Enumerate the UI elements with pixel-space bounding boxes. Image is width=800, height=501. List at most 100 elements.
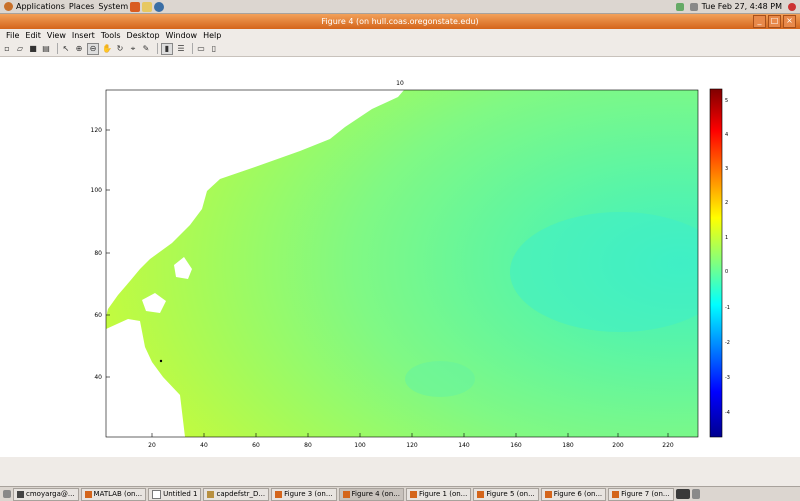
y-tick-label: 120 — [91, 127, 103, 134]
colorbar-ticks: 5 4 3 2 1 0 -1 -2 -3 -4 — [725, 98, 730, 416]
figure-toolbar: ▫ ▱ ■ ▤ ↖ ⊕ ⊖ ✋ ↻ ⌖ ✎ ▮ ☰ ▭ ▯ — [0, 41, 800, 57]
applications-menu[interactable]: Applications — [4, 2, 65, 11]
mail-launcher-icon[interactable] — [142, 1, 153, 12]
print-icon[interactable]: ▤ — [41, 44, 51, 54]
menu-help[interactable]: Help — [203, 31, 221, 40]
terminal-icon — [17, 490, 24, 498]
volume-icon[interactable] — [689, 2, 698, 11]
menu-window[interactable]: Window — [166, 31, 198, 40]
task-label: MATLAB (on... — [93, 490, 143, 498]
colorbar-icon[interactable]: ▮ — [161, 42, 173, 55]
task-figure-5[interactable]: Figure 5 (on... — [473, 487, 539, 501]
task-matlab[interactable]: MATLAB (on... — [80, 487, 147, 501]
x-tick-label: 100 — [354, 442, 366, 449]
menubar: File Edit View Insert Tools Desktop Wind… — [0, 29, 800, 41]
places-menu[interactable]: Places — [69, 2, 94, 11]
task-label: Figure 5 (on... — [486, 490, 535, 498]
network-icon[interactable] — [675, 2, 684, 11]
field-cool-blob — [405, 361, 475, 397]
hide-plot-tools-icon[interactable]: ▭ — [196, 44, 206, 54]
top-panel: Applications Places System Tue Feb 27, 4… — [0, 0, 800, 14]
matlab-figure-icon — [275, 490, 283, 498]
task-label: Untitled 1 — [163, 490, 198, 498]
help-launcher-icon[interactable] — [154, 1, 165, 12]
task-label: Figure 4 (on... — [351, 490, 400, 498]
task-label: Figure 7 (on... — [621, 490, 670, 498]
clock[interactable]: Tue Feb 27, 4:48 PM — [702, 2, 782, 11]
task-figure-3[interactable]: Figure 3 (on... — [271, 487, 337, 501]
legend-icon[interactable]: ☰ — [176, 44, 186, 54]
task-figure-7[interactable]: Figure 7 (on... — [608, 487, 674, 501]
task-untitled[interactable]: Untitled 1 — [148, 487, 202, 501]
bottom-taskbar: cmoyarga@... MATLAB (on... Untitled 1 ca… — [0, 486, 800, 501]
workspace-switcher-icon[interactable] — [675, 489, 690, 499]
x-tick-label: 60 — [252, 442, 260, 449]
zoom-in-icon[interactable]: ⊕ — [74, 44, 84, 54]
menu-file[interactable]: File — [6, 31, 19, 40]
show-plot-tools-icon[interactable]: ▯ — [209, 44, 219, 54]
x-tick-label: 140 — [458, 442, 470, 449]
toolbar-separator — [57, 43, 58, 54]
save-icon[interactable]: ■ — [28, 44, 38, 54]
ubuntu-logo-icon — [4, 2, 13, 11]
applications-menu-label: Applications — [16, 2, 65, 11]
colorbar-tick-label: 1 — [725, 235, 728, 241]
minimize-button[interactable]: _ — [753, 15, 766, 28]
toolbar-separator — [157, 43, 158, 54]
firefox-launcher-icon[interactable] — [130, 1, 141, 12]
x-tick-label: 220 — [662, 442, 674, 449]
x-tick-label: 40 — [200, 442, 208, 449]
station-marker — [159, 359, 163, 363]
trash-icon[interactable] — [691, 489, 700, 499]
brush-icon[interactable]: ✎ — [141, 44, 151, 54]
open-file-icon[interactable]: ▱ — [15, 44, 25, 54]
menu-view[interactable]: View — [47, 31, 66, 40]
power-icon[interactable] — [788, 2, 796, 11]
colorbar-tick-label: 4 — [725, 132, 728, 138]
new-figure-icon[interactable]: ▫ — [2, 44, 12, 54]
colorbar-tick-label: 2 — [725, 200, 728, 206]
menu-desktop[interactable]: Desktop — [127, 31, 160, 40]
task-figure-1[interactable]: Figure 1 (on... — [405, 487, 472, 501]
matlab-figure-icon — [342, 490, 350, 498]
task-label: capdefstr_D... — [216, 490, 266, 498]
menu-edit[interactable]: Edit — [25, 31, 41, 40]
data-cursor-icon[interactable]: ⌖ — [128, 44, 138, 54]
system-menu[interactable]: System — [98, 2, 128, 11]
zoom-out-icon[interactable]: ⊖ — [87, 42, 99, 55]
colorbar-tick-label: -3 — [725, 375, 730, 381]
places-menu-label: Places — [68, 2, 95, 11]
field-cool-patch — [510, 212, 698, 332]
matlab-figure-icon — [544, 490, 552, 498]
figure-canvas[interactable]: 20 40 60 80 100 120 140 160 180 200 220 … — [0, 57, 800, 457]
pan-icon[interactable]: ✋ — [102, 44, 112, 54]
plot-svg[interactable]: 20 40 60 80 100 120 140 160 180 200 220 … — [0, 57, 800, 457]
rotate-icon[interactable]: ↻ — [115, 44, 125, 54]
maximize-button[interactable]: □ — [768, 15, 781, 28]
colorbar-tick-label: 5 — [725, 98, 728, 104]
colorbar-tick-label: 3 — [725, 166, 728, 172]
show-desktop-icon[interactable] — [3, 490, 11, 498]
close-button[interactable]: × — [783, 15, 796, 28]
menu-insert[interactable]: Insert — [72, 31, 95, 40]
y-tick-label: 60 — [94, 312, 102, 319]
window-titlebar[interactable]: Figure 4 (on hull.coas.oregonstate.edu) … — [0, 14, 800, 29]
task-capdefstr[interactable]: capdefstr_D... — [203, 487, 270, 501]
task-label: Figure 6 (on... — [553, 490, 603, 498]
toolbar-separator — [192, 43, 193, 54]
task-label: Figure 1 (on... — [418, 490, 468, 498]
plot-title: 10 — [396, 80, 404, 87]
task-figure-4[interactable]: Figure 4 (on... — [338, 487, 404, 501]
edit-plot-icon[interactable]: ↖ — [61, 44, 71, 54]
task-terminal[interactable]: cmoyarga@... — [13, 487, 79, 501]
y-tick-label: 40 — [94, 374, 102, 381]
plot-field — [106, 90, 698, 437]
matlab-figure-icon — [409, 490, 417, 498]
x-tick-label: 80 — [304, 442, 312, 449]
task-figure-6[interactable]: Figure 6 (on... — [540, 487, 607, 501]
x-tick-label: 20 — [148, 442, 156, 449]
colorbar-tick-label: 0 — [725, 269, 728, 275]
menu-tools[interactable]: Tools — [101, 31, 121, 40]
folder-icon — [207, 490, 215, 498]
colorbar[interactable] — [709, 88, 723, 438]
